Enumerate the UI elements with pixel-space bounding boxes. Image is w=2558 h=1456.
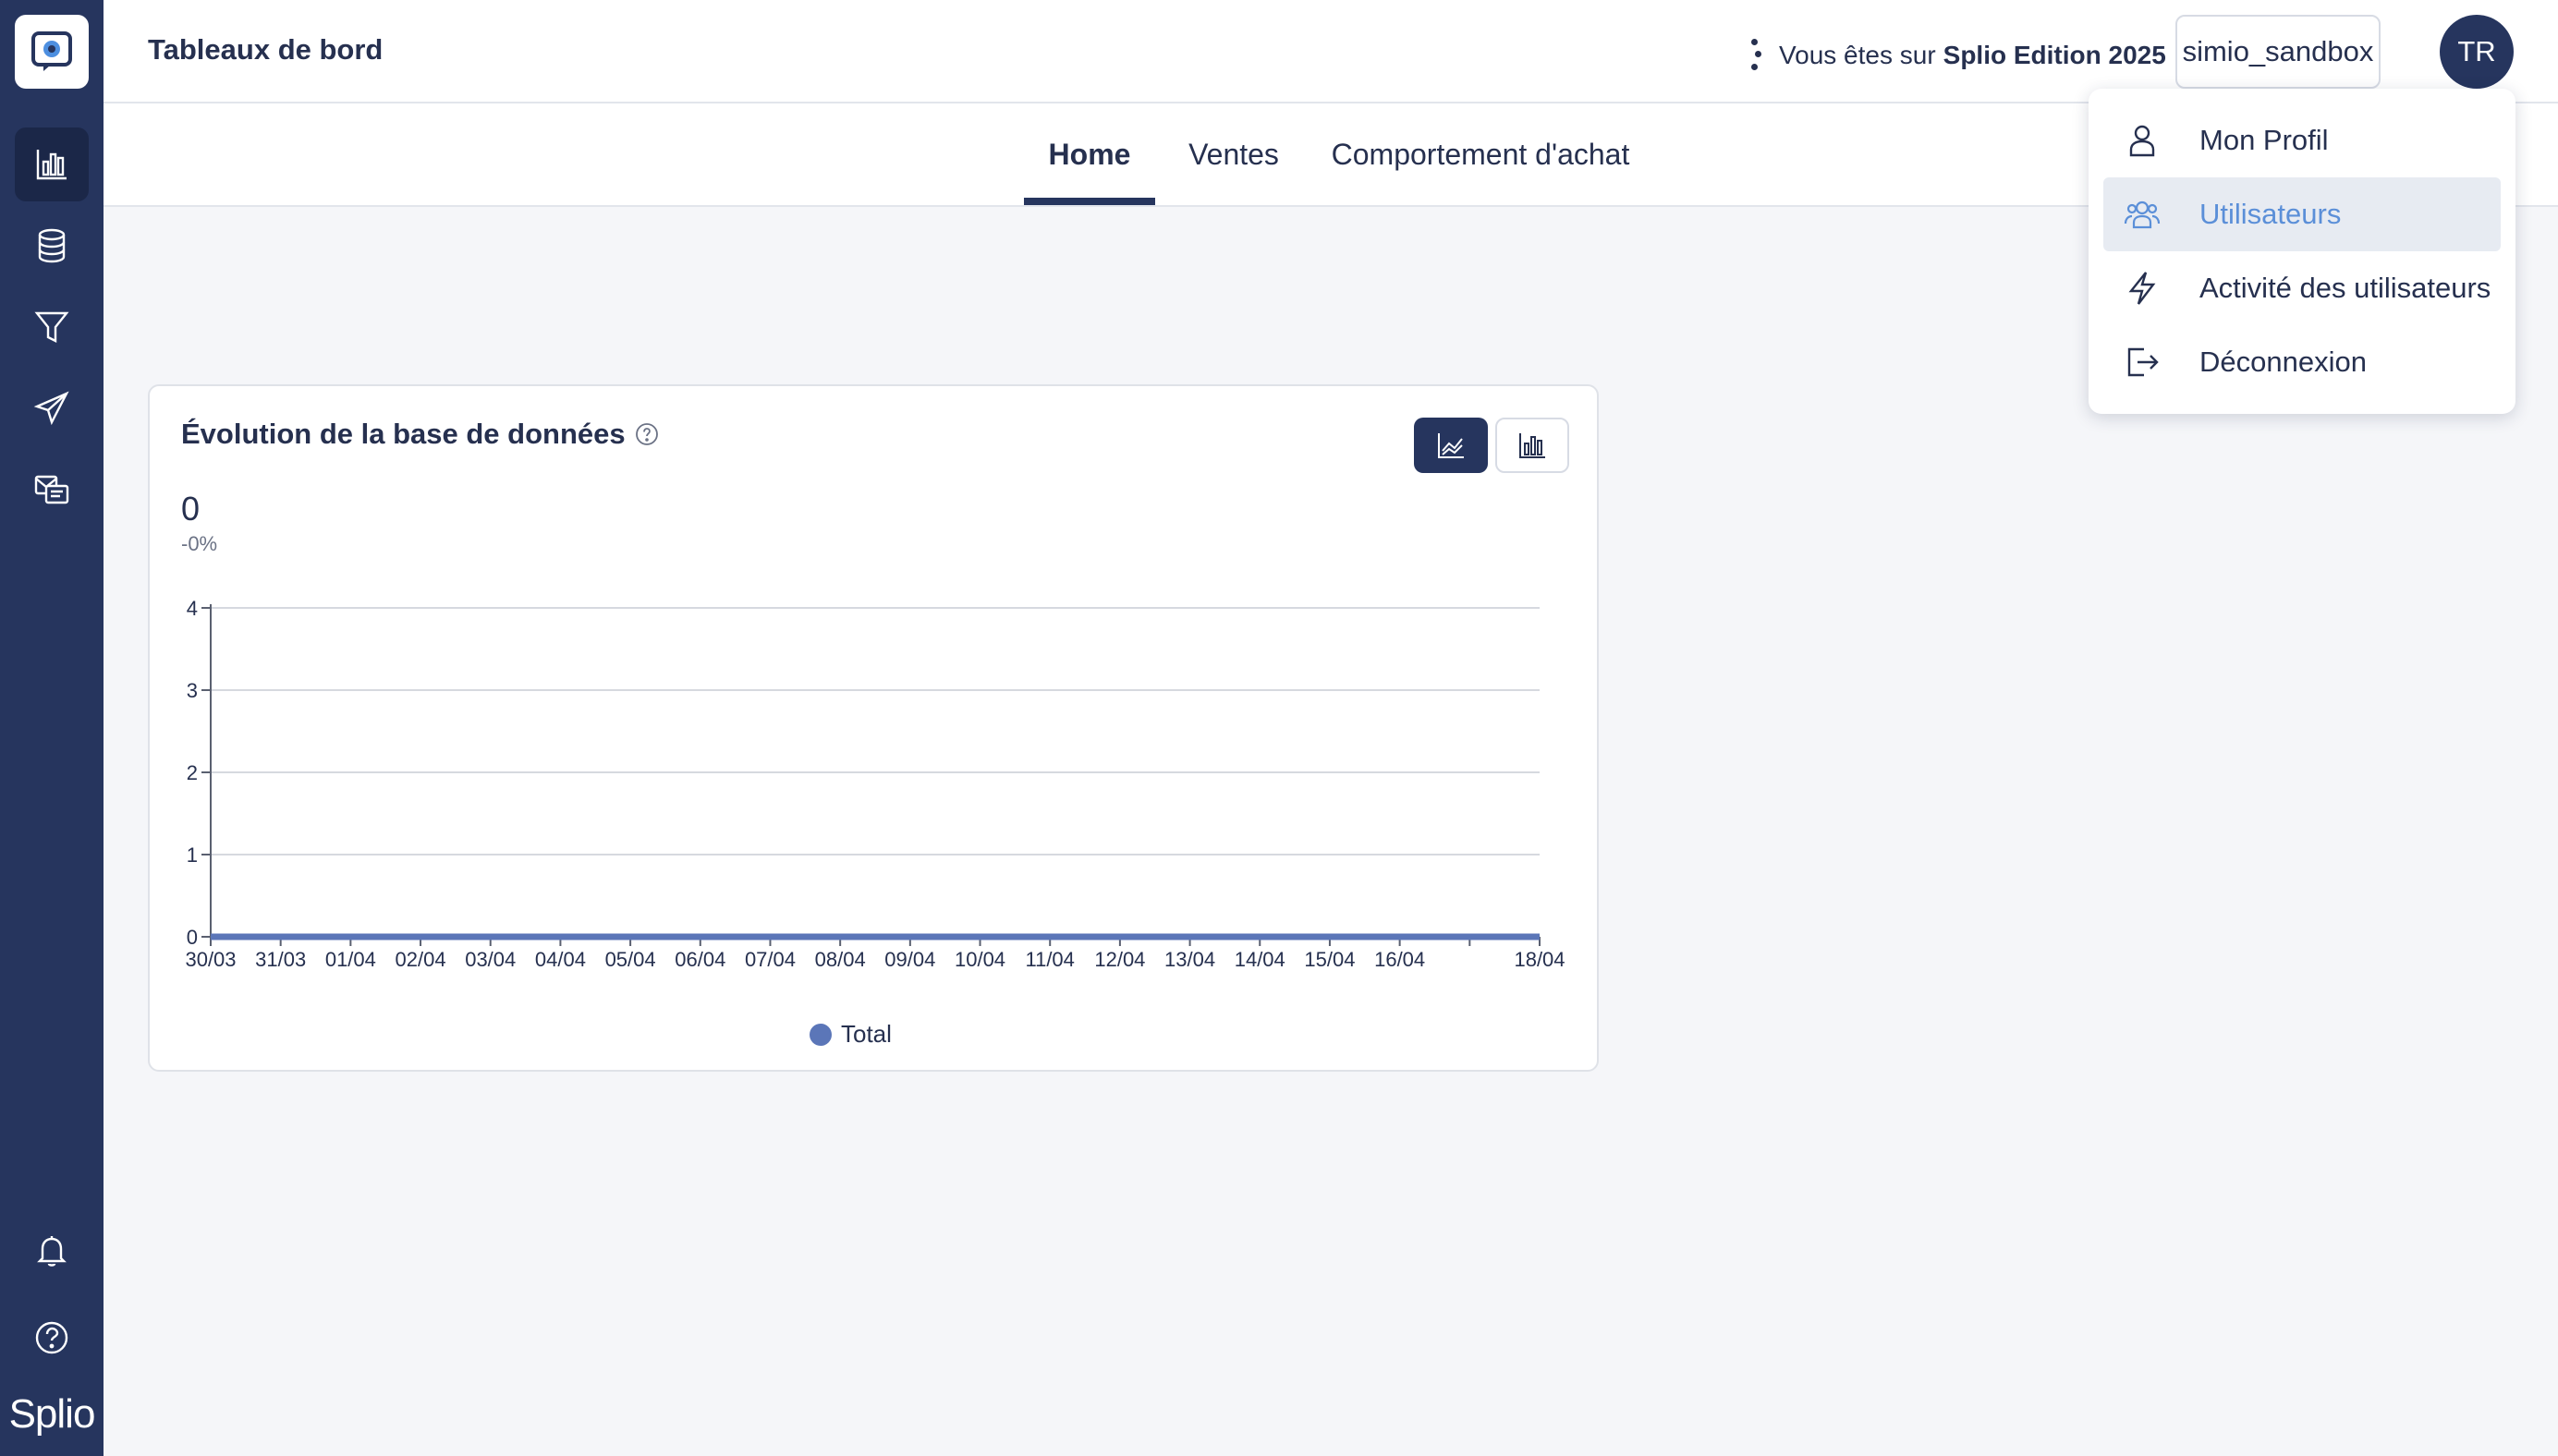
x-tick-label: 12/04 bbox=[1094, 948, 1145, 971]
x-tick-label: 01/04 bbox=[325, 948, 376, 971]
edition-indicator: Vous êtes sur Splio Edition 2025 bbox=[1744, 35, 2166, 76]
bar-chart-icon bbox=[36, 150, 67, 180]
database-icon bbox=[38, 228, 66, 263]
line-chart: 0 1 2 3 4 30/03 31/03 01/04 02/04 03/04 04/04 05/04… bbox=[185, 597, 1565, 971]
user-avatar[interactable]: TR bbox=[2440, 15, 2514, 89]
tab-ventes[interactable]: Ventes bbox=[1174, 103, 1294, 205]
tab-home[interactable]: Home bbox=[1024, 103, 1155, 205]
x-tick-label: 13/04 bbox=[1164, 948, 1215, 971]
x-tick-label: 16/04 bbox=[1374, 948, 1425, 971]
sidebar-item-dashboard[interactable] bbox=[15, 127, 89, 201]
paper-plane-icon bbox=[33, 391, 69, 426]
legend-swatch bbox=[810, 1023, 832, 1046]
sidebar-item-campaigns[interactable] bbox=[15, 371, 89, 445]
y-tick-label: 0 bbox=[187, 926, 198, 949]
menu-item-label: Utilisateurs bbox=[2199, 198, 2342, 230]
menu-item-users[interactable]: Utilisateurs bbox=[2103, 177, 2501, 251]
y-tick-label: 3 bbox=[187, 679, 198, 702]
help-button[interactable] bbox=[15, 1301, 89, 1375]
x-tick-label: 31/03 bbox=[255, 948, 306, 971]
x-tick-label: 02/04 bbox=[396, 948, 446, 971]
x-tick-label: 04/04 bbox=[535, 948, 586, 971]
database-evolution-card: Évolution de la base de données 0 -0% 01… bbox=[148, 384, 1599, 1072]
menu-item-label: Mon Profil bbox=[2199, 124, 2329, 156]
logout-icon bbox=[2122, 342, 2162, 382]
user-icon bbox=[2122, 120, 2162, 161]
x-tick-label: 15/04 bbox=[1304, 948, 1355, 971]
users-icon bbox=[2122, 194, 2162, 235]
x-tick-label: 18/04 bbox=[1514, 948, 1565, 971]
chart-legend[interactable]: Total bbox=[810, 1020, 892, 1049]
x-tick-label: 08/04 bbox=[815, 948, 866, 971]
x-tick-label: 30/03 bbox=[185, 948, 236, 971]
x-tick-label: 05/04 bbox=[605, 948, 656, 971]
legend-label: Total bbox=[841, 1020, 892, 1048]
y-tick-label: 1 bbox=[187, 843, 198, 867]
x-tick-label: 03/04 bbox=[465, 948, 516, 971]
edition-dots-icon bbox=[1744, 35, 1762, 76]
edition-name: Splio Edition 2025 bbox=[1943, 41, 2166, 69]
menu-item-user-activity[interactable]: Activité des utilisateurs bbox=[2103, 251, 2501, 325]
x-tick-label: 09/04 bbox=[884, 948, 935, 971]
brand-wordmark: Splio bbox=[8, 1391, 96, 1437]
messages-icon bbox=[34, 475, 69, 504]
funnel-icon bbox=[34, 311, 69, 343]
help-icon bbox=[35, 1321, 68, 1354]
sidebar-item-segments[interactable] bbox=[15, 290, 89, 364]
tab-comportement-achat[interactable]: Comportement d'achat bbox=[1305, 103, 1656, 205]
edition-prefix: Vous êtes sur bbox=[1779, 41, 1936, 69]
account-selector-button[interactable]: simio_sandbox bbox=[2175, 15, 2381, 89]
x-tick-label: 11/04 bbox=[1025, 948, 1074, 971]
sidebar-item-database[interactable] bbox=[15, 209, 89, 283]
x-tick-label: 14/04 bbox=[1235, 948, 1285, 971]
page-title: Tableaux de bord bbox=[148, 33, 384, 66]
menu-item-label: Déconnexion bbox=[2199, 346, 2367, 378]
splio-logo-icon bbox=[31, 31, 72, 71]
lightning-icon bbox=[2122, 268, 2162, 309]
x-tick-label: 10/04 bbox=[955, 948, 1005, 971]
notifications-button[interactable] bbox=[15, 1214, 89, 1288]
x-tick-label: 06/04 bbox=[675, 948, 725, 971]
user-menu-dropdown: Mon Profil Utilisateurs Activité des uti… bbox=[2089, 89, 2515, 414]
menu-item-label: Activité des utilisateurs bbox=[2199, 272, 2491, 304]
menu-item-logout[interactable]: Déconnexion bbox=[2103, 325, 2501, 399]
sidebar: Splio bbox=[0, 0, 104, 1456]
y-tick-label: 2 bbox=[187, 761, 198, 784]
y-tick-label: 4 bbox=[187, 597, 198, 620]
sidebar-item-messages[interactable] bbox=[15, 453, 89, 527]
menu-item-profile[interactable]: Mon Profil bbox=[2103, 103, 2501, 177]
app-logo[interactable] bbox=[15, 15, 89, 89]
x-tick-label: 07/04 bbox=[745, 948, 796, 971]
bell-icon bbox=[37, 1236, 67, 1267]
